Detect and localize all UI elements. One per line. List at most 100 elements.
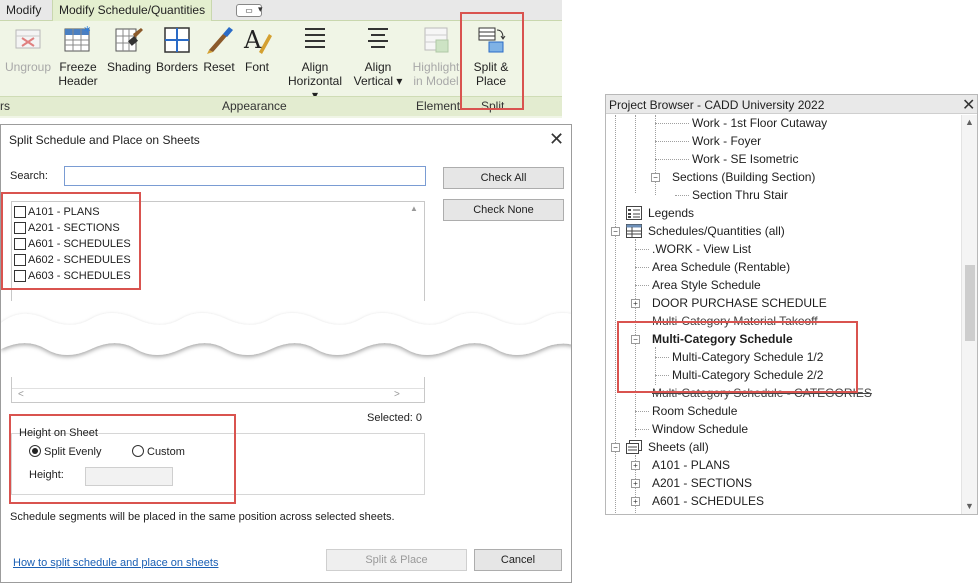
tree-item-multi-category-material-takeoff[interactable]: Multi-Category Material Takeoff bbox=[652, 313, 818, 329]
torn-edge-graphic bbox=[1, 313, 571, 355]
tree-item-legends[interactable]: Legends bbox=[648, 205, 694, 221]
schedule-icon bbox=[626, 224, 642, 238]
tree-item-sheet-a601[interactable]: A601 - SCHEDULES bbox=[652, 493, 764, 509]
checkbox[interactable] bbox=[14, 270, 26, 282]
check-none-button[interactable]: Check None bbox=[443, 199, 564, 221]
tree-item-multi-category-schedule-1-2[interactable]: Multi-Category Schedule 1/2 bbox=[672, 349, 823, 365]
selected-count: Selected: 0 bbox=[367, 412, 423, 424]
collapse-icon[interactable]: − bbox=[651, 173, 660, 182]
tree-item-window-schedule[interactable]: Window Schedule bbox=[652, 421, 748, 437]
tree-item-work-1st-floor-cutaway[interactable]: Work - 1st Floor Cutaway bbox=[692, 115, 827, 131]
scroll-up-icon[interactable]: ▲ bbox=[965, 117, 974, 127]
split-place-label: Split & Place bbox=[473, 60, 509, 88]
ribbon: Modify Modify Schedule/Quantities ▭ ▾ Un… bbox=[0, 0, 562, 118]
tree-item-multi-category-schedule-2-2[interactable]: Multi-Category Schedule 2/2 bbox=[672, 367, 823, 383]
search-input[interactable] bbox=[64, 166, 426, 186]
svg-text:*: * bbox=[84, 25, 91, 40]
align-horizontal-icon bbox=[305, 28, 325, 48]
tree-item-sheet-a101[interactable]: A101 - PLANS bbox=[652, 457, 730, 473]
highlight-in-model-button[interactable]: Highlight in Model bbox=[410, 24, 462, 88]
reset-button[interactable]: Reset bbox=[200, 24, 238, 74]
tree-branch bbox=[635, 321, 649, 322]
tree-guide-line bbox=[655, 347, 656, 385]
ungroup-button[interactable]: Ungroup bbox=[4, 24, 52, 74]
freeze-header-button[interactable]: * Freeze Header bbox=[56, 24, 100, 88]
tree-branch bbox=[675, 195, 689, 196]
placement-note: Schedule segments will be placed in the … bbox=[10, 511, 395, 523]
tree-item-work-foyer[interactable]: Work - Foyer bbox=[692, 133, 761, 149]
custom-radio[interactable] bbox=[132, 445, 144, 457]
scroll-left-icon[interactable]: < bbox=[18, 389, 24, 400]
tree-item-multi-category-schedule-categories[interactable]: Multi-Category Schedule - CATEGORIES bbox=[652, 385, 872, 401]
height-input[interactable] bbox=[85, 467, 173, 486]
tree-item-schedules-quantities[interactable]: Schedules/Quantities (all) bbox=[648, 223, 785, 239]
search-label: Search: bbox=[10, 170, 48, 182]
collapse-icon[interactable]: − bbox=[611, 227, 620, 236]
sheet-item-a603[interactable]: A603 - SCHEDULES bbox=[14, 268, 131, 284]
borders-icon bbox=[164, 27, 190, 53]
tree-branch bbox=[635, 249, 649, 250]
split-place-button[interactable]: Split & Place bbox=[326, 549, 467, 571]
tree-item-section-thru-stair[interactable]: Section Thru Stair bbox=[692, 187, 788, 203]
tab-modify-schedule-quantities[interactable]: Modify Schedule/Quantities bbox=[52, 0, 213, 21]
vertical-scrollbar[interactable]: ▲ ▼ bbox=[961, 115, 977, 514]
split-evenly-radio[interactable] bbox=[29, 445, 41, 457]
close-icon[interactable]: ✕ bbox=[549, 129, 564, 150]
tree-item-door-purchase-schedule[interactable]: DOOR PURCHASE SCHEDULE bbox=[652, 295, 827, 311]
scroll-right-icon[interactable]: > bbox=[394, 389, 400, 400]
checkbox[interactable] bbox=[14, 222, 26, 234]
borders-label: Borders bbox=[155, 60, 199, 74]
sheet-item-a601[interactable]: A601 - SCHEDULES bbox=[14, 236, 131, 252]
split-place-ribbon-button[interactable]: Split & Place bbox=[468, 24, 514, 88]
freeze-header-icon: * bbox=[64, 25, 91, 52]
expand-icon[interactable]: + bbox=[631, 461, 640, 470]
tree-item-sections-building-section[interactable]: Sections (Building Section) bbox=[672, 169, 815, 185]
collapse-icon[interactable]: − bbox=[611, 443, 620, 452]
highlight-in-model-icon bbox=[424, 27, 449, 53]
sheet-item-a201[interactable]: A201 - SECTIONS bbox=[14, 220, 120, 236]
checkbox[interactable] bbox=[14, 206, 26, 218]
checkbox[interactable] bbox=[14, 238, 26, 250]
tree-item-sheet-a201[interactable]: A201 - SECTIONS bbox=[652, 475, 752, 491]
borders-button[interactable]: Borders bbox=[154, 24, 200, 74]
sheet-item-a602[interactable]: A602 - SCHEDULES bbox=[14, 252, 131, 268]
expand-icon[interactable]: + bbox=[631, 479, 640, 488]
tree-branch bbox=[655, 375, 669, 376]
expand-icon[interactable]: + bbox=[631, 299, 640, 308]
shading-button[interactable]: Shading bbox=[106, 24, 152, 74]
horizontal-scrollbar[interactable]: < > bbox=[12, 388, 424, 402]
cancel-button[interactable]: Cancel bbox=[474, 549, 562, 571]
tree-branch bbox=[655, 141, 689, 142]
tree-item-multi-category-schedule[interactable]: Multi-Category Schedule bbox=[652, 331, 793, 347]
collapse-icon[interactable]: − bbox=[631, 335, 640, 344]
font-button[interactable]: A Font bbox=[240, 24, 274, 74]
expand-icon[interactable]: + bbox=[631, 497, 640, 506]
panel-label-rs: rs bbox=[0, 99, 10, 113]
height-on-sheet-group bbox=[11, 433, 425, 495]
checkbox[interactable] bbox=[14, 254, 26, 266]
tab-modify[interactable]: Modify bbox=[0, 0, 47, 21]
shading-icon bbox=[115, 28, 143, 52]
align-vertical-icon bbox=[368, 28, 388, 48]
sheets-icon bbox=[626, 440, 642, 454]
check-all-button[interactable]: Check All bbox=[443, 167, 564, 189]
scrollbar-thumb[interactable] bbox=[965, 265, 975, 341]
align-vertical-button[interactable]: Align Vertical ▾ bbox=[352, 24, 404, 88]
help-link[interactable]: How to split schedule and place on sheet… bbox=[13, 557, 218, 569]
close-icon[interactable]: ✕ bbox=[962, 95, 975, 115]
tree-item-work-se-isometric[interactable]: Work - SE Isometric bbox=[692, 151, 798, 167]
tree-item-sheets-all[interactable]: Sheets (all) bbox=[648, 439, 709, 455]
height-label: Height: bbox=[29, 469, 64, 481]
tree-item-room-schedule[interactable]: Room Schedule bbox=[652, 403, 737, 419]
align-horizontal-button[interactable]: Align Horizontal ▾ bbox=[284, 24, 346, 102]
tree-item-work-view-list[interactable]: .WORK - View List bbox=[652, 241, 751, 257]
scroll-down-icon[interactable]: ▼ bbox=[965, 501, 974, 511]
scroll-up-icon[interactable]: ▲ bbox=[410, 204, 418, 213]
sheet-item-a101[interactable]: A101 - PLANS bbox=[14, 204, 100, 220]
ungroup-icon bbox=[15, 29, 41, 49]
align-vertical-label: Align Vertical ▾ bbox=[353, 60, 403, 88]
tree-item-area-style-schedule[interactable]: Area Style Schedule bbox=[652, 277, 761, 293]
tree-branch bbox=[635, 267, 649, 268]
chevron-down-icon[interactable]: ▾ bbox=[258, 4, 263, 15]
tree-item-area-schedule-rentable[interactable]: Area Schedule (Rentable) bbox=[652, 259, 790, 275]
